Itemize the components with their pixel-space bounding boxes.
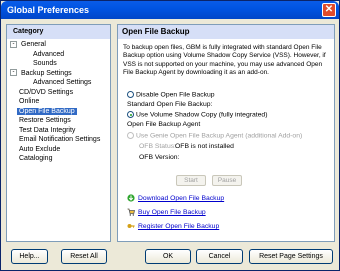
- shopping-cart-icon: [127, 208, 135, 216]
- tree-item-auto-exclude[interactable]: Auto Exclude: [7, 145, 110, 155]
- help-button[interactable]: Help...: [11, 249, 48, 264]
- tree-item-open-file-backup[interactable]: Open File Backup: [7, 107, 110, 117]
- ofb-status-value: OFB is not installed: [175, 143, 234, 150]
- preferences-window: Global Preferences ✕ Category - General A…: [0, 0, 340, 271]
- collapse-icon[interactable]: -: [10, 40, 17, 48]
- tree-item-email-notification-settings[interactable]: Email Notification Settings: [7, 135, 110, 145]
- collapse-icon[interactable]: -: [10, 69, 17, 77]
- window-title: Global Preferences: [7, 5, 90, 15]
- reset-all-button[interactable]: Reset All: [61, 249, 107, 264]
- ofb-status-label: OFB Status:: [139, 143, 177, 150]
- ofb-agent-label: Open File Backup Agent: [127, 121, 201, 128]
- tree-item-cataloging[interactable]: Cataloging: [7, 154, 110, 164]
- category-header: Category: [7, 25, 110, 39]
- close-button[interactable]: ✕: [322, 3, 336, 17]
- tree-item-advanced-settings[interactable]: Advanced Settings: [7, 78, 110, 88]
- settings-panel: Open File Backup To backup open files, G…: [117, 24, 335, 242]
- category-panel: Category - General Advanced Sounds - Backu…: [6, 24, 111, 242]
- download-icon: [127, 194, 135, 202]
- download-ofb-link[interactable]: Download Open File Backup: [127, 194, 224, 203]
- register-ofb-link[interactable]: Register Open File Backup: [127, 222, 219, 231]
- pause-button[interactable]: Pause: [212, 175, 242, 186]
- tree-item-backup-settings[interactable]: - Backup Settings: [7, 69, 110, 79]
- intro-text: To backup open files, GBM is fully integ…: [123, 44, 326, 76]
- radio-icon[interactable]: [127, 91, 134, 98]
- standard-ofb-label: Standard Open File Backup:: [127, 101, 213, 108]
- key-icon: [127, 224, 135, 229]
- ofb-version-label: OFB Version:: [139, 154, 180, 161]
- tree-item-test-data-integrity[interactable]: Test Data Integrity: [7, 126, 110, 136]
- genie-agent-radio[interactable]: Use Genie Open File Backup Agent (additi…: [127, 132, 302, 140]
- start-button[interactable]: Start: [176, 175, 206, 186]
- ok-button[interactable]: OK: [145, 249, 191, 264]
- vss-radio[interactable]: Use Volume Shadow Copy (fully integrated…: [127, 111, 267, 119]
- radio-icon[interactable]: [127, 132, 134, 139]
- disable-ofb-radio[interactable]: Disable Open File Backup: [127, 91, 215, 99]
- panel-title: Open File Backup: [118, 25, 334, 39]
- reset-page-settings-button[interactable]: Reset Page Settings: [249, 249, 333, 264]
- tree-item-restore-settings[interactable]: Restore Settings: [7, 116, 110, 126]
- radio-checked-icon[interactable]: [127, 111, 134, 118]
- title-bar[interactable]: Global Preferences ✕: [1, 1, 339, 19]
- cancel-button[interactable]: Cancel: [196, 249, 243, 264]
- tree-item-sounds[interactable]: Sounds: [7, 59, 110, 69]
- tree-item-online[interactable]: Online: [7, 97, 110, 107]
- tree-item-general[interactable]: - General: [7, 40, 110, 50]
- tree-item-cd-dvd-settings[interactable]: CD/DVD Settings: [7, 88, 110, 98]
- tree-item-advanced[interactable]: Advanced: [7, 50, 110, 60]
- buy-ofb-link[interactable]: Buy Open File Backup: [127, 208, 206, 217]
- category-tree: - General Advanced Sounds - Backup Setting…: [7, 39, 110, 164]
- close-icon: ✕: [324, 4, 334, 15]
